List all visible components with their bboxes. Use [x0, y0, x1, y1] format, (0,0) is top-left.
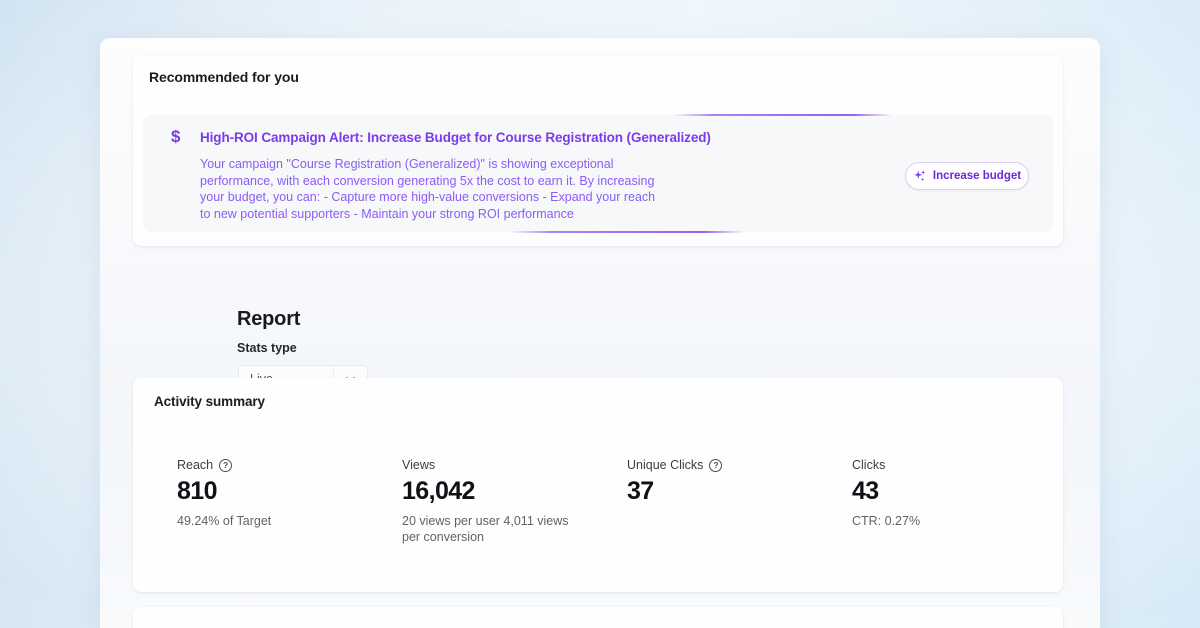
increase-budget-label: Increase budget [933, 170, 1021, 182]
recommended-section-title: Recommended for you [149, 69, 299, 85]
alert-title: High-ROI Campaign Alert: Increase Budget… [200, 130, 760, 145]
recommended-section: Recommended for you $ High-ROI Campaign … [133, 56, 1063, 246]
metric-clicks-label: Clicks [852, 458, 885, 472]
sparkles-icon [913, 169, 927, 183]
metric-views-value: 16,042 [402, 477, 627, 506]
dollar-icon: $ [171, 127, 180, 147]
alert-accent-line-top [672, 114, 892, 116]
report-page-title: Report [237, 308, 300, 331]
metric-unique-clicks: Unique Clicks ? 37 [627, 458, 852, 545]
metric-views: Views 16,042 20 views per user 4,011 vie… [402, 458, 627, 545]
high-roi-alert-card: $ High-ROI Campaign Alert: Increase Budg… [143, 115, 1053, 232]
metric-views-subtext: 20 views per user 4,011 views per conver… [402, 513, 582, 545]
activity-summary-card: Activity summary Reach ? 810 49.24% of T… [133, 378, 1063, 592]
metric-reach-value: 810 [177, 477, 402, 506]
help-circle-icon[interactable]: ? [219, 459, 232, 472]
metric-unique-clicks-value: 37 [627, 477, 852, 506]
metric-reach-subtext: 49.24% of Target [177, 513, 357, 529]
metric-clicks-value: 43 [852, 477, 1077, 506]
metric-clicks-subtext: CTR: 0.27% [852, 513, 1032, 529]
activity-summary-title: Activity summary [154, 394, 265, 409]
alert-body: Your campaign "Course Registration (Gene… [200, 156, 666, 222]
main-content-panel: Recommended for you $ High-ROI Campaign … [100, 38, 1100, 628]
alert-accent-line-bottom [509, 231, 745, 233]
help-circle-icon[interactable]: ? [709, 459, 722, 472]
metrics-row: Reach ? 810 49.24% of Target Views 16,04… [177, 458, 1043, 545]
next-section-card [133, 607, 1063, 628]
metric-reach-label: Reach [177, 458, 213, 472]
metric-views-label: Views [402, 458, 435, 472]
metric-clicks: Clicks 43 CTR: 0.27% [852, 458, 1077, 545]
metric-reach: Reach ? 810 49.24% of Target [177, 458, 402, 545]
increase-budget-button[interactable]: Increase budget [905, 162, 1029, 190]
stats-type-label: Stats type [237, 341, 297, 355]
metric-unique-clicks-label: Unique Clicks [627, 458, 703, 472]
